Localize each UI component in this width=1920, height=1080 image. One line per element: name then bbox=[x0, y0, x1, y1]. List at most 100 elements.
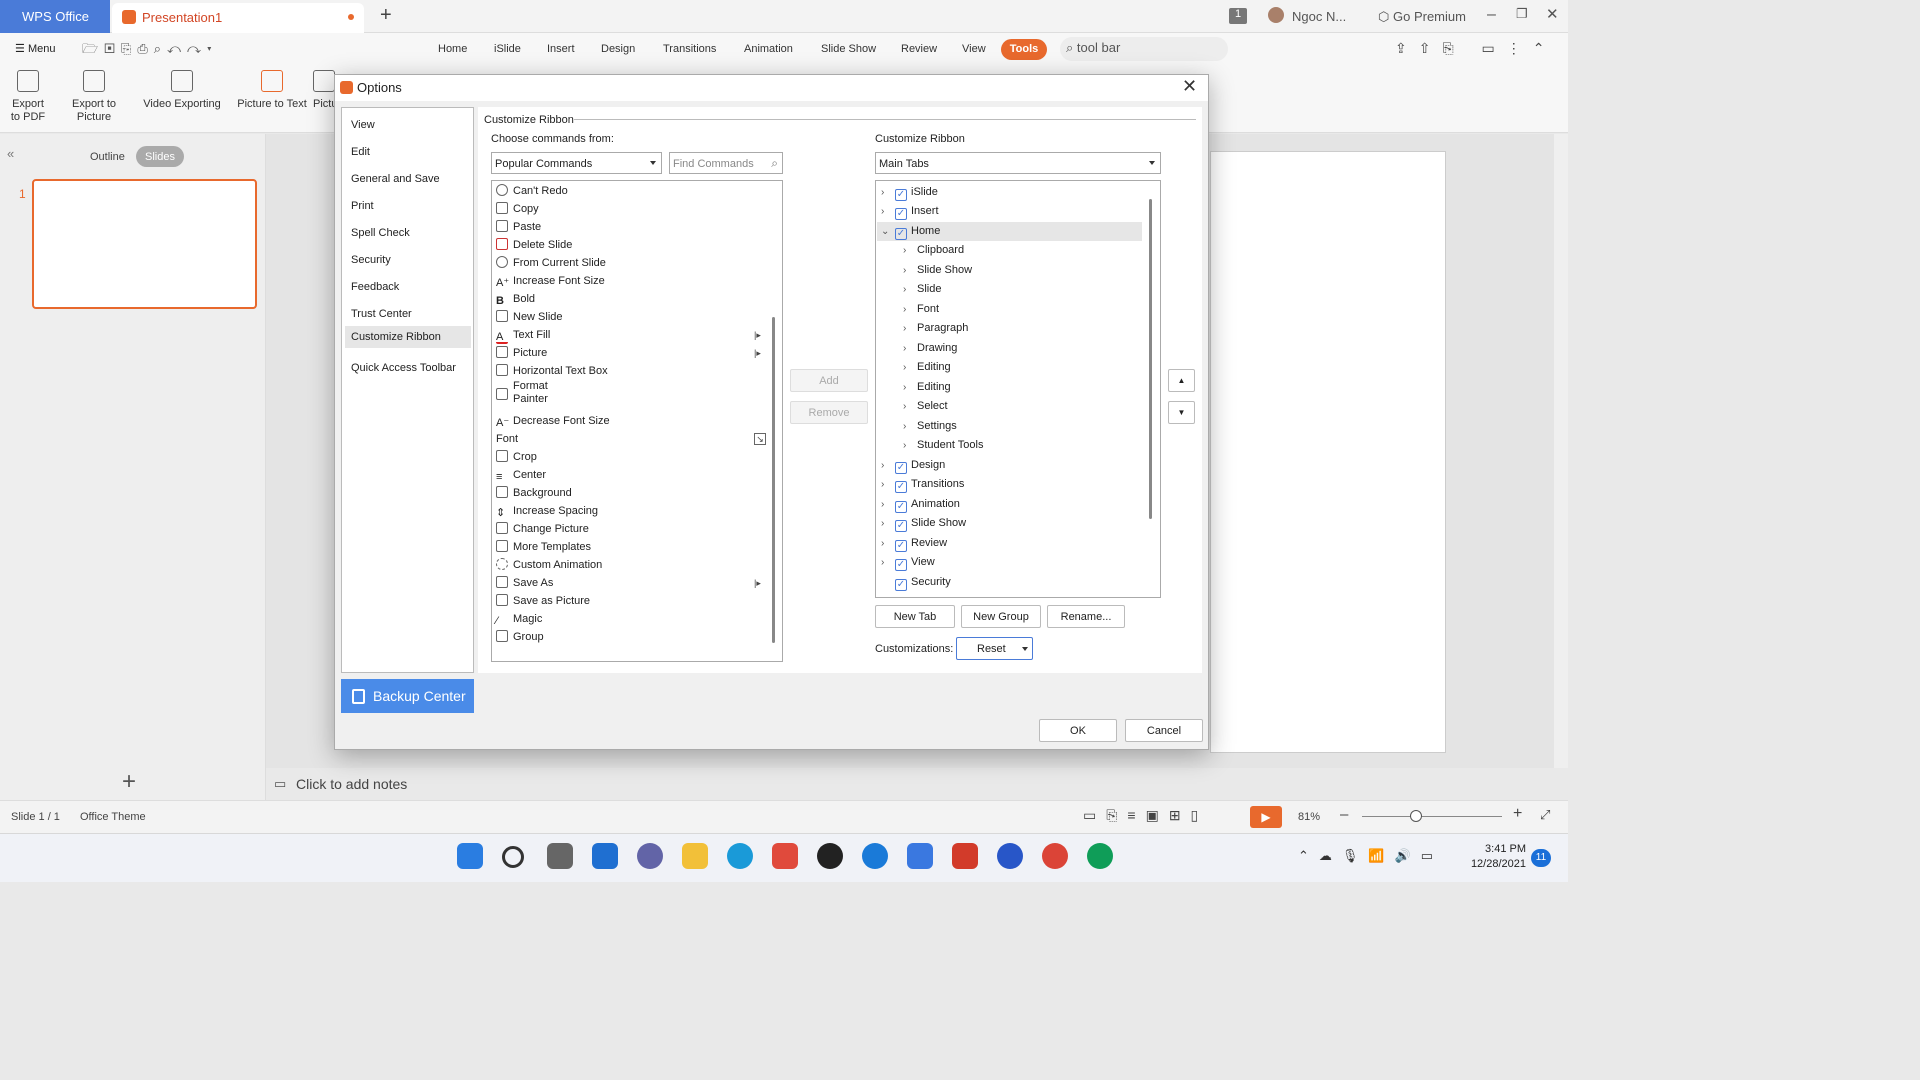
collapse-pane-icon[interactable]: « bbox=[7, 146, 14, 161]
list-item[interactable]: New Slide bbox=[496, 308, 563, 326]
zoom-in-icon[interactable]: + bbox=[1513, 805, 1522, 823]
taskbar-search-icon[interactable] bbox=[502, 846, 524, 868]
wps-office-tab[interactable]: WPS Office bbox=[0, 0, 110, 33]
tree-item-editing[interactable]: › Editing bbox=[903, 358, 951, 377]
nav-print[interactable]: Print bbox=[342, 195, 473, 217]
nav-customize-ribbon[interactable]: Customize Ribbon bbox=[345, 326, 471, 348]
list-item[interactable]: A Text Fill |▸ bbox=[496, 326, 776, 344]
list-item[interactable]: Format Painter bbox=[496, 380, 548, 408]
tab-animation[interactable]: Animation bbox=[744, 43, 793, 55]
tree-item-slide-show[interactable]: › ✓ Slide Show bbox=[881, 514, 966, 533]
tab-design[interactable]: Design bbox=[601, 43, 635, 55]
tab-tools[interactable]: Tools bbox=[1001, 39, 1047, 60]
rename-button[interactable]: Rename... bbox=[1047, 605, 1125, 628]
widgets-icon[interactable] bbox=[592, 843, 618, 869]
tree-item-design[interactable]: › ✓ Design bbox=[881, 456, 945, 475]
tree-item-view[interactable]: › ✓ View bbox=[881, 553, 935, 572]
wps-taskbar-icon[interactable] bbox=[907, 843, 933, 869]
export-pdf-button[interactable]: Export to PDF bbox=[8, 70, 48, 124]
outline-tab[interactable]: Outline bbox=[90, 151, 125, 163]
list-item[interactable]: Save As |▸ bbox=[496, 574, 776, 592]
list-item[interactable]: Crop bbox=[496, 448, 537, 466]
remove-button[interactable]: Remove bbox=[790, 401, 868, 424]
commands-list[interactable]: Can't Redo Copy Paste Delete Slide From … bbox=[491, 180, 783, 662]
play-slideshow-button[interactable]: ▶ bbox=[1250, 806, 1282, 828]
office-icon[interactable] bbox=[952, 843, 978, 869]
nav-edit[interactable]: Edit bbox=[342, 141, 473, 163]
nav-quick-access-toolbar[interactable]: Quick Access Toolbar bbox=[342, 357, 473, 379]
menu-button[interactable]: ☰ Menu bbox=[15, 42, 55, 55]
slides-tab[interactable]: Slides bbox=[136, 146, 184, 167]
list-item[interactable]: A⁺ Increase Font Size bbox=[496, 272, 605, 290]
vertical-scrollbar[interactable] bbox=[1554, 134, 1568, 768]
picture-to-text-button[interactable]: Picture to Text bbox=[237, 70, 307, 111]
help-icon[interactable] bbox=[862, 843, 888, 869]
tree-item-slide-show-group[interactable]: › Slide Show bbox=[903, 261, 972, 280]
nav-feedback[interactable]: Feedback bbox=[342, 276, 473, 298]
zoom-slider-thumb[interactable] bbox=[1410, 810, 1422, 822]
export-picture-button[interactable]: Export to Picture bbox=[54, 70, 134, 124]
tree-item-transitions[interactable]: › ✓ Transitions bbox=[881, 475, 964, 494]
checkbox-checked-icon[interactable]: ✓ bbox=[895, 462, 907, 474]
user-name[interactable]: Ngoc N... bbox=[1292, 9, 1346, 24]
chrome-icon[interactable] bbox=[1042, 843, 1068, 869]
zoom-level[interactable]: 81% bbox=[1298, 811, 1320, 823]
zoom-out-icon[interactable]: – bbox=[1340, 806, 1348, 823]
tab-home[interactable]: Home bbox=[438, 43, 467, 55]
nav-security[interactable]: Security bbox=[342, 249, 473, 271]
list-item[interactable]: More Templates bbox=[496, 538, 591, 556]
quick-access-icons[interactable]: 🗁▣⎘⎙⌕↶↷▾ bbox=[82, 40, 218, 62]
list-item[interactable]: Delete Slide bbox=[496, 236, 572, 254]
move-down-button[interactable]: ▼ bbox=[1168, 401, 1195, 424]
nav-general-and-save[interactable]: General and Save bbox=[342, 168, 473, 190]
new-group-button[interactable]: New Group bbox=[961, 605, 1041, 628]
tree-item-drawing[interactable]: › Drawing bbox=[903, 339, 957, 358]
avatar[interactable] bbox=[1268, 7, 1284, 23]
backup-center-button[interactable]: Backup Center bbox=[341, 679, 474, 713]
list-item[interactable]: ≡ Center bbox=[496, 466, 546, 484]
notes-area[interactable]: ▭ Click to add notes bbox=[266, 768, 1568, 800]
list-item[interactable]: Save as Picture bbox=[496, 592, 590, 610]
nav-view[interactable]: View bbox=[342, 114, 473, 136]
close-window-icon[interactable]: ✕ bbox=[1546, 5, 1559, 23]
chat-icon[interactable] bbox=[637, 843, 663, 869]
list-item[interactable]: Font ↘ bbox=[496, 430, 776, 448]
cancel-button[interactable]: Cancel bbox=[1125, 719, 1203, 742]
chrome-profile-icon[interactable] bbox=[1087, 843, 1113, 869]
view-mode-icons[interactable]: ▭⎘≡▣⊞▯ bbox=[1083, 807, 1208, 824]
tree-item-review[interactable]: › ✓ Review bbox=[881, 534, 947, 553]
slide-canvas[interactable] bbox=[1210, 151, 1446, 753]
page-badge[interactable]: 1 bbox=[1229, 8, 1247, 24]
checkbox-checked-icon[interactable]: ✓ bbox=[895, 559, 907, 571]
checkbox-checked-icon[interactable]: ✓ bbox=[895, 501, 907, 513]
list-item[interactable]: Copy bbox=[496, 200, 539, 218]
slide-thumbnail[interactable] bbox=[32, 179, 257, 309]
top-right-icons[interactable]: ⇪⇧⎘ ▭⋮⌃ bbox=[1395, 40, 1557, 57]
store-icon[interactable] bbox=[772, 843, 798, 869]
nav-spell-check[interactable]: Spell Check bbox=[342, 222, 473, 244]
tree-item-select[interactable]: › Select bbox=[903, 397, 948, 416]
list-item[interactable]: Horizontal Text Box bbox=[496, 362, 608, 380]
tree-scrollbar[interactable] bbox=[1149, 199, 1152, 519]
tree-item-font[interactable]: › Font bbox=[903, 300, 939, 319]
checkbox-checked-icon[interactable]: ✓ bbox=[895, 228, 907, 240]
new-tab-icon[interactable]: + bbox=[380, 4, 392, 27]
tree-item-islide[interactable]: › ✓ iSlide bbox=[881, 183, 938, 202]
tree-item-animation[interactable]: › ✓ Animation bbox=[881, 495, 960, 514]
minimize-icon[interactable]: – bbox=[1487, 6, 1496, 24]
checkbox-checked-icon[interactable]: ✓ bbox=[895, 579, 907, 591]
edge-icon[interactable] bbox=[727, 843, 753, 869]
tree-item-student-tools[interactable]: › Student Tools bbox=[903, 436, 983, 455]
tab-review[interactable]: Review bbox=[901, 43, 937, 55]
move-up-button[interactable]: ▲ bbox=[1168, 369, 1195, 392]
new-tab-button[interactable]: New Tab bbox=[875, 605, 955, 628]
nav-trust-center[interactable]: Trust Center bbox=[342, 303, 473, 325]
presentation-tab[interactable]: Presentation1 bbox=[112, 3, 364, 33]
checkbox-checked-icon[interactable]: ✓ bbox=[895, 540, 907, 552]
file-explorer-icon[interactable] bbox=[682, 843, 708, 869]
list-item[interactable]: Paste bbox=[496, 218, 541, 236]
tree-item-editing-2[interactable]: › Editing bbox=[903, 378, 951, 397]
list-item[interactable]: B Bold bbox=[496, 290, 535, 308]
choose-commands-select[interactable]: Popular Commands bbox=[491, 152, 662, 174]
list-item[interactable]: From Current Slide bbox=[496, 254, 606, 272]
